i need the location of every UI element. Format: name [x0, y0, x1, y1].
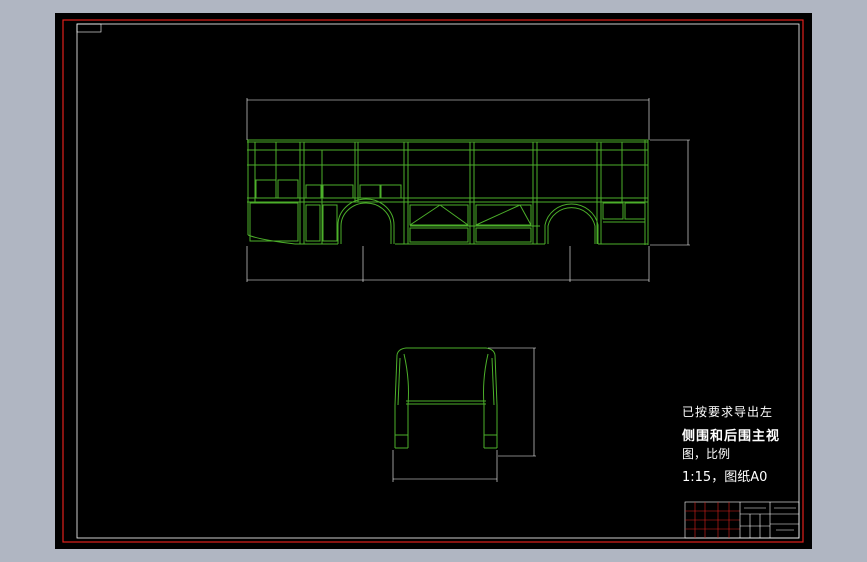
note-line-3: 图，比例 — [682, 447, 731, 461]
note-line-4: 1:15，图纸A0 — [682, 470, 768, 485]
note-line-1: 已按要求导出左 — [682, 405, 774, 419]
note-line-2: 侧围和后围主视 — [682, 429, 781, 444]
